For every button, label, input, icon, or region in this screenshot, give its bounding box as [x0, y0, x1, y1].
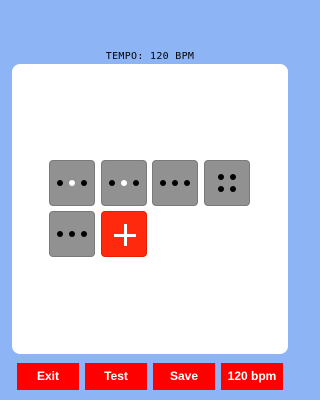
- beat-tile-1[interactable]: [49, 160, 95, 206]
- beat-dot-active: [69, 180, 75, 186]
- beat-dot: [218, 174, 224, 180]
- beat-dot: [57, 231, 63, 237]
- beat-dot: [160, 180, 166, 186]
- beat-dot: [81, 180, 87, 186]
- beat-tile-4[interactable]: [204, 160, 250, 206]
- beat-tile-3[interactable]: [152, 160, 198, 206]
- beat-dot: [230, 174, 236, 180]
- beat-dot: [109, 180, 115, 186]
- beat-dot: [81, 231, 87, 237]
- beat-dot: [172, 180, 178, 186]
- beat-tile-2[interactable]: [101, 160, 147, 206]
- beat-dot: [57, 180, 63, 186]
- tempo-button[interactable]: 120 bpm: [221, 363, 283, 390]
- beat-dot-active: [121, 180, 127, 186]
- beat-dot: [230, 186, 236, 192]
- beat-dot: [69, 231, 75, 237]
- beat-dot: [218, 186, 224, 192]
- beat-dot: [133, 180, 139, 186]
- save-button[interactable]: Save: [153, 363, 215, 390]
- tempo-label: TEMPO: 120 BPM: [105, 51, 195, 62]
- beat-panel: [12, 64, 288, 354]
- add-beat-button[interactable]: [101, 211, 147, 257]
- beat-tile-5[interactable]: [49, 211, 95, 257]
- test-button[interactable]: Test: [85, 363, 147, 390]
- exit-button[interactable]: Exit: [17, 363, 79, 390]
- beat-dot: [184, 180, 190, 186]
